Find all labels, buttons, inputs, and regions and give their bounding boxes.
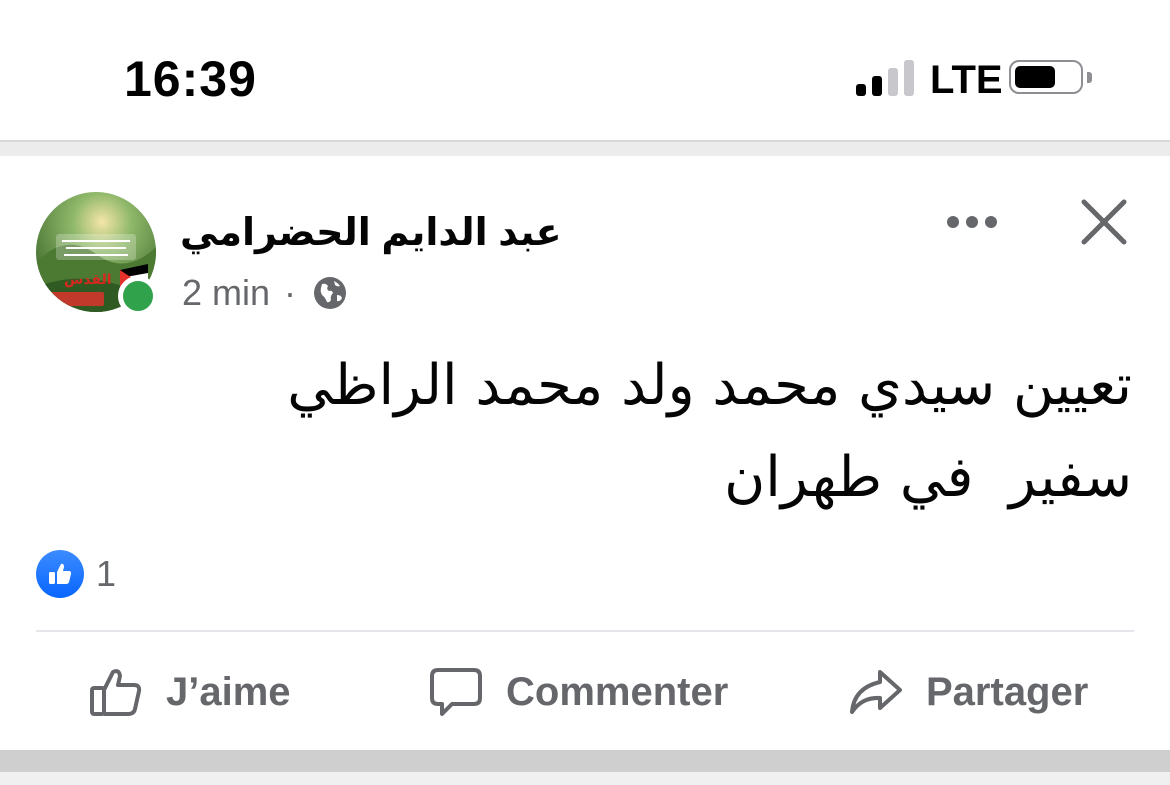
author-name[interactable]: عبد الدايم الحضرامي (180, 210, 562, 255)
svg-text:القدس: القدس (64, 272, 112, 288)
reaction-count: 1 (96, 553, 117, 594)
hide-post-button[interactable] (1074, 192, 1134, 252)
more-dots-icon (947, 216, 997, 228)
facebook-post-screen: 16:39 LTE القدس عبد الدايم الحضرامي 2 mi… (0, 0, 1170, 785)
feed-separator (0, 140, 1170, 156)
online-status-dot (118, 276, 158, 316)
action-divider (36, 630, 1134, 632)
like-button[interactable]: J’aime (88, 660, 291, 724)
network-type: LTE (930, 58, 1003, 102)
signal-strength-icon (856, 58, 916, 96)
feed-separator-bottom (0, 750, 1170, 772)
reaction-summary[interactable]: 1 (36, 550, 116, 598)
feed-gap (0, 772, 1170, 785)
share-button[interactable]: Partager (848, 660, 1088, 724)
post-meta: 2 min · (182, 272, 348, 314)
post-timestamp[interactable]: 2 min (182, 272, 270, 314)
share-arrow-icon (850, 670, 902, 714)
meta-separator: · (284, 272, 297, 313)
like-label: J’aime (166, 669, 291, 714)
comment-label: Commenter (506, 669, 729, 714)
comment-bubble-icon (430, 668, 482, 716)
share-label: Partager (926, 669, 1089, 714)
post-text: تعيين سيدي محمد ولد محمد الراظي سفير في … (287, 353, 1132, 510)
more-options-button[interactable] (940, 198, 1004, 246)
status-bar: 16:39 LTE (0, 0, 1170, 140)
thumbs-up-icon (90, 669, 142, 716)
status-time: 16:39 (124, 51, 257, 107)
like-reaction-icon (36, 550, 84, 598)
close-icon (1081, 199, 1127, 245)
battery-icon (1009, 60, 1092, 94)
globe-icon (314, 277, 347, 309)
comment-button[interactable]: Commenter (428, 660, 728, 724)
